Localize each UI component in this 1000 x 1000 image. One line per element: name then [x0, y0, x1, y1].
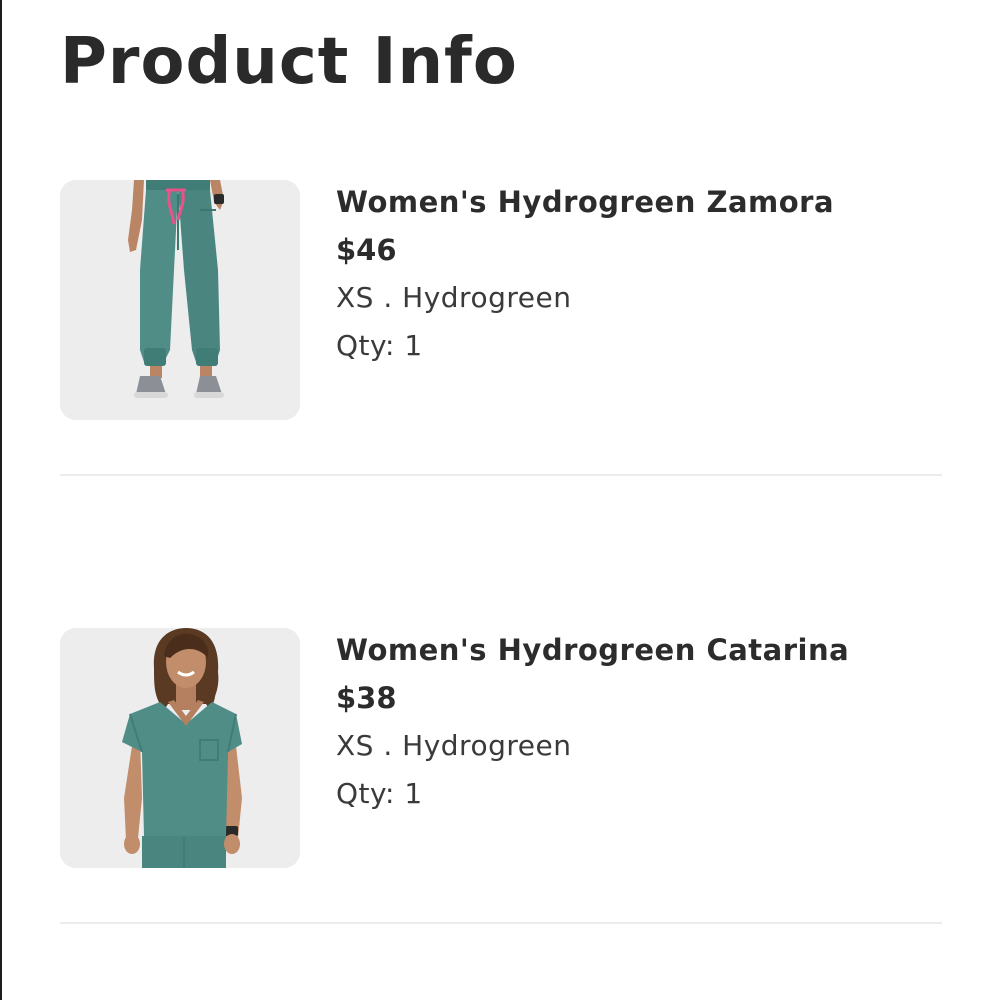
product-name[interactable]: Women's Hydrogreen Catarina	[336, 630, 849, 670]
product-list-item[interactable]: Women's Hydrogreen Catarina $38 XS . Hyd…	[60, 628, 942, 868]
divider	[60, 922, 942, 924]
page-title: Product Info	[60, 25, 518, 99]
window-left-edge	[0, 0, 2, 1000]
divider	[60, 474, 942, 476]
scrub-top-image[interactable]	[60, 628, 300, 868]
product-variant: XS . Hydrogreen	[336, 281, 572, 314]
product-price: $38	[336, 681, 397, 715]
product-quantity: Qty: 1	[336, 777, 423, 810]
product-price: $46	[336, 233, 397, 267]
product-list-item[interactable]: Women's Hydrogreen Zamora $46 XS . Hydro…	[60, 180, 942, 420]
scrub-pants-image[interactable]	[60, 180, 300, 420]
product-variant: XS . Hydrogreen	[336, 729, 572, 762]
product-name[interactable]: Women's Hydrogreen Zamora	[336, 182, 834, 222]
product-quantity: Qty: 1	[336, 329, 423, 362]
